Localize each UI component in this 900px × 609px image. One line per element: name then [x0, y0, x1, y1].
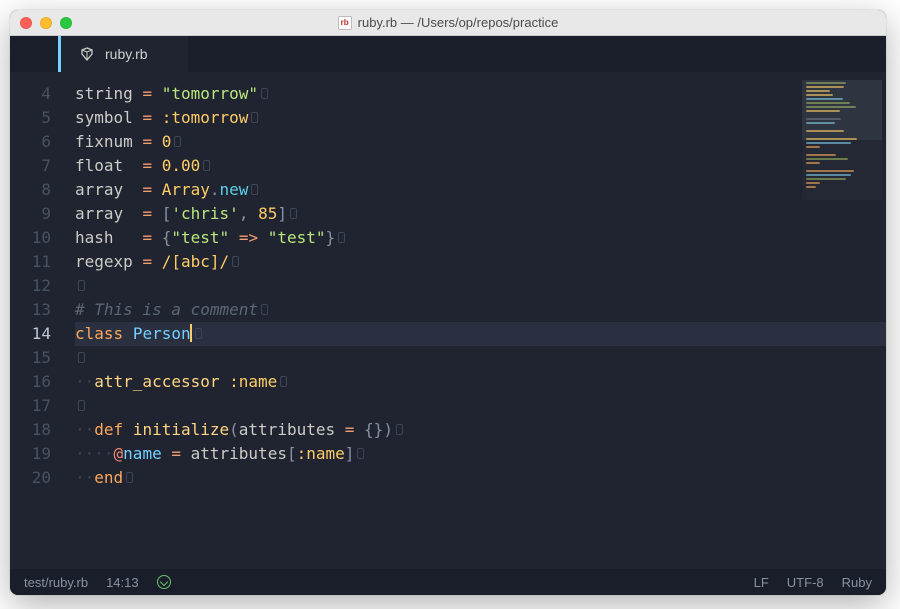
- newline-indicator-icon: [126, 472, 133, 483]
- window-title-path: /Users/op/repos/practice: [417, 15, 558, 30]
- newline-indicator-icon: [78, 400, 85, 411]
- line-number: 18: [10, 418, 51, 442]
- line-number: 19: [10, 442, 51, 466]
- code-line: ····@name = attributes[:name]: [75, 442, 886, 466]
- code-line-current: class Person: [75, 322, 886, 346]
- line-number: 5: [10, 106, 51, 130]
- code-line: # This is a comment: [75, 298, 886, 322]
- line-number: 11: [10, 250, 51, 274]
- code-line: [75, 274, 886, 298]
- status-bar: test/ruby.rb 14:13 LF UTF-8 Ruby: [10, 569, 886, 595]
- code-line: symbol = :tomorrow: [75, 106, 886, 130]
- window-title-sep: —: [397, 15, 417, 30]
- titlebar: rb ruby.rb — /Users/op/repos/practice: [10, 10, 886, 36]
- line-number: 15: [10, 346, 51, 370]
- editor-window: rb ruby.rb — /Users/op/repos/practice ru…: [10, 10, 886, 595]
- code-line: [75, 346, 886, 370]
- tab-bar: ruby.rb: [10, 36, 886, 72]
- newline-indicator-icon: [261, 304, 268, 315]
- newline-indicator-icon: [203, 160, 210, 171]
- line-number: 10: [10, 226, 51, 250]
- status-cursor-pos[interactable]: 14:13: [106, 575, 139, 590]
- line-number: 4: [10, 82, 51, 106]
- code-line: ··def initialize(attributes = {}): [75, 418, 886, 442]
- newline-indicator-icon: [78, 280, 85, 291]
- editor-area[interactable]: 4567891011121314151617181920 string = "t…: [10, 72, 886, 569]
- code-line: array = Array.new: [75, 178, 886, 202]
- line-number: 17: [10, 394, 51, 418]
- status-eol[interactable]: LF: [754, 575, 769, 590]
- git-branch-icon[interactable]: [157, 575, 171, 589]
- text-cursor-icon: [190, 324, 192, 342]
- line-number: 12: [10, 274, 51, 298]
- tab-label: ruby.rb: [105, 46, 148, 62]
- newline-indicator-icon: [174, 136, 181, 147]
- newline-indicator-icon: [290, 208, 297, 219]
- newline-indicator-icon: [396, 424, 403, 435]
- code-line: hash = {"test" => "test"}: [75, 226, 886, 250]
- code-line: ··end: [75, 466, 886, 490]
- line-number: 16: [10, 370, 51, 394]
- line-number: 6: [10, 130, 51, 154]
- minimap-viewport[interactable]: [802, 80, 882, 140]
- ruby-gem-icon: [79, 46, 95, 62]
- newline-indicator-icon: [338, 232, 345, 243]
- code-line: fixnum = 0: [75, 130, 886, 154]
- line-number: 13: [10, 298, 51, 322]
- status-filepath[interactable]: test/ruby.rb: [24, 575, 88, 590]
- line-number: 14: [10, 322, 51, 346]
- code-line: string = "tomorrow": [75, 82, 886, 106]
- code-line: ··attr_accessor :name: [75, 370, 886, 394]
- code-line: array = ['chris', 85]: [75, 202, 886, 226]
- newline-indicator-icon: [280, 376, 287, 387]
- line-number: 9: [10, 202, 51, 226]
- traffic-lights: [20, 17, 72, 29]
- newline-indicator-icon: [261, 88, 268, 99]
- close-icon[interactable]: [20, 17, 32, 29]
- newline-indicator-icon: [357, 448, 364, 459]
- line-number: 20: [10, 466, 51, 490]
- newline-indicator-icon: [232, 256, 239, 267]
- window-title: rb ruby.rb — /Users/op/repos/practice: [10, 15, 886, 30]
- ruby-file-icon: rb: [338, 16, 352, 30]
- newline-indicator-icon: [195, 328, 202, 339]
- maximize-icon[interactable]: [60, 17, 72, 29]
- newline-indicator-icon: [78, 352, 85, 363]
- status-encoding[interactable]: UTF-8: [787, 575, 824, 590]
- line-number: 8: [10, 178, 51, 202]
- line-number-gutter: 4567891011121314151617181920: [10, 72, 65, 569]
- window-title-file: ruby.rb: [358, 15, 398, 30]
- code-area[interactable]: string = "tomorrow" symbol = :tomorrow f…: [65, 72, 886, 569]
- newline-indicator-icon: [251, 184, 258, 195]
- line-number: 7: [10, 154, 51, 178]
- minimize-icon[interactable]: [40, 17, 52, 29]
- status-language[interactable]: Ruby: [842, 575, 872, 590]
- code-line: regexp = /[abc]/: [75, 250, 886, 274]
- minimap[interactable]: [802, 80, 882, 200]
- newline-indicator-icon: [251, 112, 258, 123]
- tab-bar-spacer: [10, 36, 58, 72]
- code-line: [75, 394, 886, 418]
- tab-ruby-rb[interactable]: ruby.rb: [58, 36, 188, 72]
- code-line: float = 0.00: [75, 154, 886, 178]
